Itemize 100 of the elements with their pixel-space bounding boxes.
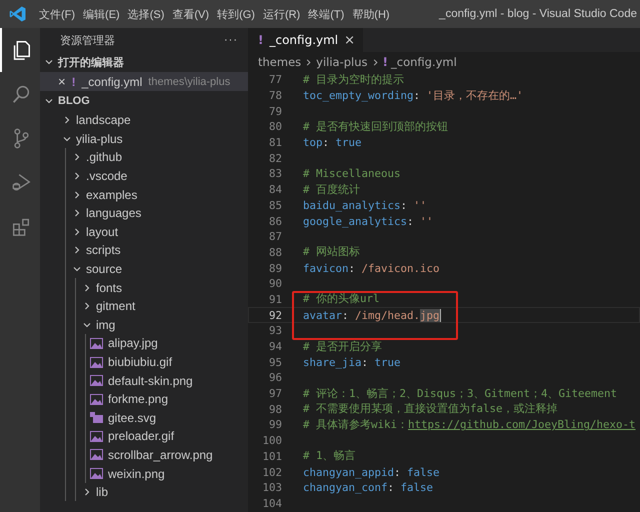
code-comment: # Miscellaneous xyxy=(303,167,401,180)
folder-name[interactable]: examples xyxy=(86,188,138,202)
sidebar-title: 资源管理器 xyxy=(60,34,115,48)
code-comment: # 具体请参考wiki： xyxy=(303,418,408,432)
code-punctuation: : xyxy=(388,481,396,494)
window-title: _config.yml - blog - Visual Studio Code xyxy=(439,8,638,20)
code-comment: # 是否有快速回到顶部的按钮 xyxy=(303,120,448,134)
code-link[interactable]: https://github.com/JoeyBling/hexo-t xyxy=(408,418,636,432)
line-number: 80 xyxy=(268,120,282,134)
section-title[interactable]: BLOG xyxy=(58,95,90,107)
menu-item[interactable]: 运行(R) xyxy=(258,6,304,22)
chevron-right-icon[interactable] xyxy=(82,282,92,293)
line-number: 101 xyxy=(261,450,282,463)
menu-item[interactable]: 终端(T) xyxy=(304,6,348,22)
chevron-right-icon[interactable] xyxy=(72,226,82,237)
menu-item[interactable]: 帮助(H) xyxy=(348,6,394,22)
folder-name[interactable]: source xyxy=(86,262,122,276)
folder-name[interactable]: gitment xyxy=(96,299,136,314)
chevron-right-icon[interactable] xyxy=(72,190,82,200)
folder-name[interactable]: .github xyxy=(86,150,122,164)
svg-file-icon xyxy=(90,412,103,424)
line-number: 77 xyxy=(268,73,282,86)
line-number: 88 xyxy=(268,246,282,259)
chevron-right-icon[interactable] xyxy=(72,208,82,218)
menu-item[interactable]: 查看(V) xyxy=(168,6,214,22)
file-name[interactable]: scrollbar_arrow.png xyxy=(108,448,213,462)
code-key: favicon xyxy=(303,262,349,275)
file-type-icon: ! xyxy=(382,55,388,69)
chevron-right-icon[interactable] xyxy=(72,171,82,182)
breadcrumb-item[interactable]: themes xyxy=(258,55,302,69)
line-number: 86 xyxy=(268,214,282,228)
image-file-icon xyxy=(90,375,103,386)
chevron-right-icon[interactable] xyxy=(72,152,82,162)
close-icon[interactable]: × xyxy=(58,74,66,89)
code-comment: # 目录为空时的提示 xyxy=(303,72,404,87)
folder-name[interactable]: layout xyxy=(86,224,118,239)
folder-name[interactable]: languages xyxy=(86,206,142,220)
chevron-down-icon[interactable] xyxy=(44,96,54,106)
file-name[interactable]: preloader.gif xyxy=(108,429,174,444)
line-number: 97 xyxy=(268,387,282,400)
code-comment: # 是否开启分享 xyxy=(303,340,382,354)
app-logo-icon xyxy=(9,5,27,23)
folder-name[interactable]: scripts xyxy=(86,243,121,258)
line-number: 87 xyxy=(268,230,282,244)
folder-name[interactable]: yilia-plus xyxy=(76,132,123,146)
chevron-right-icon[interactable] xyxy=(82,487,92,498)
line-number: 82 xyxy=(268,152,282,165)
folder-name[interactable]: fonts xyxy=(96,280,122,295)
line-number: 91 xyxy=(268,292,282,306)
line-number: 85 xyxy=(268,198,282,212)
file-name: _config.yml xyxy=(82,74,142,88)
file-type-icon: ! xyxy=(72,74,76,88)
file-name[interactable]: biubiubiu.gif xyxy=(108,355,172,370)
breadcrumb-item[interactable]: yilia-plus xyxy=(316,55,368,69)
line-number: 103 xyxy=(261,481,282,494)
editor-tab[interactable]: ! _config.yml × xyxy=(248,28,364,52)
menu-item[interactable]: 文件(F) xyxy=(35,6,80,22)
line-number: 83 xyxy=(268,167,282,180)
code-bool: true xyxy=(374,356,401,369)
extensions-icon xyxy=(12,218,30,236)
chevron-down-icon[interactable] xyxy=(44,57,54,67)
image-file-icon xyxy=(90,468,103,480)
folder-name[interactable]: landscape xyxy=(76,113,131,128)
chevron-right-icon[interactable] xyxy=(62,115,72,126)
code-comment: # 网站图标 xyxy=(303,245,360,260)
code-punctuation: : xyxy=(400,198,408,212)
file-name[interactable]: default-skin.png xyxy=(108,374,193,388)
line-number: 81 xyxy=(268,136,282,150)
menu-item[interactable]: 编辑(E) xyxy=(79,6,124,22)
code-comment: # 不需要使用某项，直接设置值为false，或注释掉 xyxy=(303,402,558,416)
breadcrumb-item[interactable]: _config.yml xyxy=(391,55,457,69)
chevron-right-icon[interactable] xyxy=(72,245,82,256)
file-name[interactable]: forkme.png xyxy=(108,392,168,406)
selected-text: jpg xyxy=(420,308,440,322)
folder-name[interactable]: img xyxy=(96,318,116,332)
line-number: 93 xyxy=(268,324,282,338)
more-actions-button[interactable]: ··· xyxy=(224,34,238,46)
code-string: /img/head. xyxy=(355,308,420,322)
file-name[interactable]: alipay.jpg xyxy=(108,336,158,350)
open-editor-item[interactable]: × ! _config.yml themes\yilia-plus xyxy=(40,72,248,91)
chevron-right-icon xyxy=(304,58,314,66)
line-number: 90 xyxy=(268,277,282,290)
line-number: 100 xyxy=(261,434,282,448)
file-name[interactable]: weixin.png xyxy=(108,466,165,481)
code-punctuation: : xyxy=(362,356,370,369)
line-number: 99 xyxy=(268,418,282,432)
folder-name[interactable]: .vscode xyxy=(86,169,128,184)
line-number: 92 xyxy=(268,308,282,322)
folder-name[interactable]: lib xyxy=(96,485,108,500)
files-icon xyxy=(14,41,30,60)
code-punctuation: : xyxy=(342,308,350,322)
code-punctuation: : xyxy=(394,466,402,479)
image-file-icon xyxy=(90,449,103,460)
menu-item[interactable]: 选择(S) xyxy=(124,6,168,22)
code-key: top xyxy=(303,136,323,150)
file-name[interactable]: gitee.svg xyxy=(108,410,156,425)
section-title[interactable]: 打开的编辑器 xyxy=(58,54,124,70)
code-key: avatar xyxy=(303,308,342,322)
menu-item[interactable]: 转到(G) xyxy=(213,6,259,22)
chevron-right-icon[interactable] xyxy=(82,301,92,312)
